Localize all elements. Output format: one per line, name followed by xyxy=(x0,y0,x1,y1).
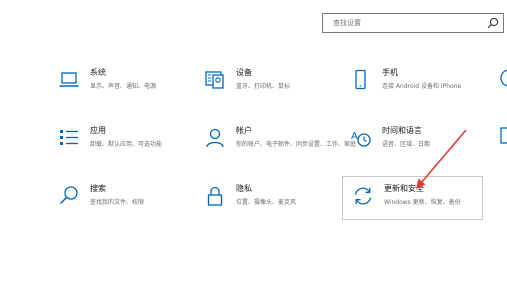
tile-title: 设备 xyxy=(236,68,252,77)
tile-description: 位置、摄像头、麦克风 xyxy=(236,199,297,206)
tile-title: 系统 xyxy=(90,68,106,77)
apps-list-icon xyxy=(60,130,78,145)
tile-privacy[interactable]: 隐私 位置、摄像头、麦克风 xyxy=(204,183,334,225)
tile-time-language[interactable]: A 时间和语言 语音、区域、日期 xyxy=(350,125,480,167)
tile-title: 更新和安全 xyxy=(384,184,424,193)
tile-description: 连接 Android 设备和 iPhone xyxy=(382,83,462,90)
svg-text:A: A xyxy=(351,131,358,142)
tile-description: 语音、区域、日期 xyxy=(382,141,431,148)
phone-icon xyxy=(355,69,366,90)
search-icon[interactable] xyxy=(487,17,499,29)
keyboard-icon xyxy=(205,71,224,89)
tile-title: 搜索 xyxy=(90,184,106,193)
tile-description: 查找我的文件、权限 xyxy=(90,199,145,206)
tile-title: 帐户 xyxy=(236,126,252,135)
partial-gaming-icon xyxy=(500,69,507,87)
tile-system[interactable]: 系统 显示、声音、通知、电源 xyxy=(58,67,188,109)
laptop-icon xyxy=(59,72,79,87)
tile-description: 你的帐户、电子邮件、同步设置、工作、家庭 xyxy=(236,141,357,148)
tile-accounts[interactable]: 帐户 你的帐户、电子邮件、同步设置、工作、家庭 xyxy=(204,125,356,167)
person-icon xyxy=(206,128,224,148)
tile-title: 应用 xyxy=(90,126,106,135)
time-language-icon: A xyxy=(351,131,371,147)
partial-ease-of-access-icon xyxy=(500,127,507,144)
tile-search[interactable]: 搜索 查找我的文件、权限 xyxy=(58,183,188,225)
tile-description: 卸载、默认应用、可选功能 xyxy=(90,141,163,148)
magnifier-icon xyxy=(59,186,78,205)
sync-icon xyxy=(354,187,372,205)
tile-devices[interactable]: 设备 蓝牙、打印机、鼠标 xyxy=(204,67,334,109)
tile-description: 显示、声音、通知、电源 xyxy=(90,83,157,90)
tile-title: 手机 xyxy=(382,68,398,77)
tile-description: 蓝牙、打印机、鼠标 xyxy=(236,83,291,90)
lock-icon xyxy=(207,186,223,206)
search-input[interactable] xyxy=(333,16,483,30)
tile-apps[interactable]: 应用 卸载、默认应用、可选功能 xyxy=(58,125,188,167)
tile-title: 时间和语言 xyxy=(382,126,422,135)
tile-phone[interactable]: 手机 连接 Android 设备和 iPhone xyxy=(350,67,480,109)
tile-description: Windows 更新、恢复、备份 xyxy=(384,199,461,206)
search-box[interactable] xyxy=(322,13,504,33)
tile-update-security[interactable]: 更新和安全 Windows 更新、恢复、备份 xyxy=(352,183,482,225)
tile-title: 隐私 xyxy=(236,184,252,193)
